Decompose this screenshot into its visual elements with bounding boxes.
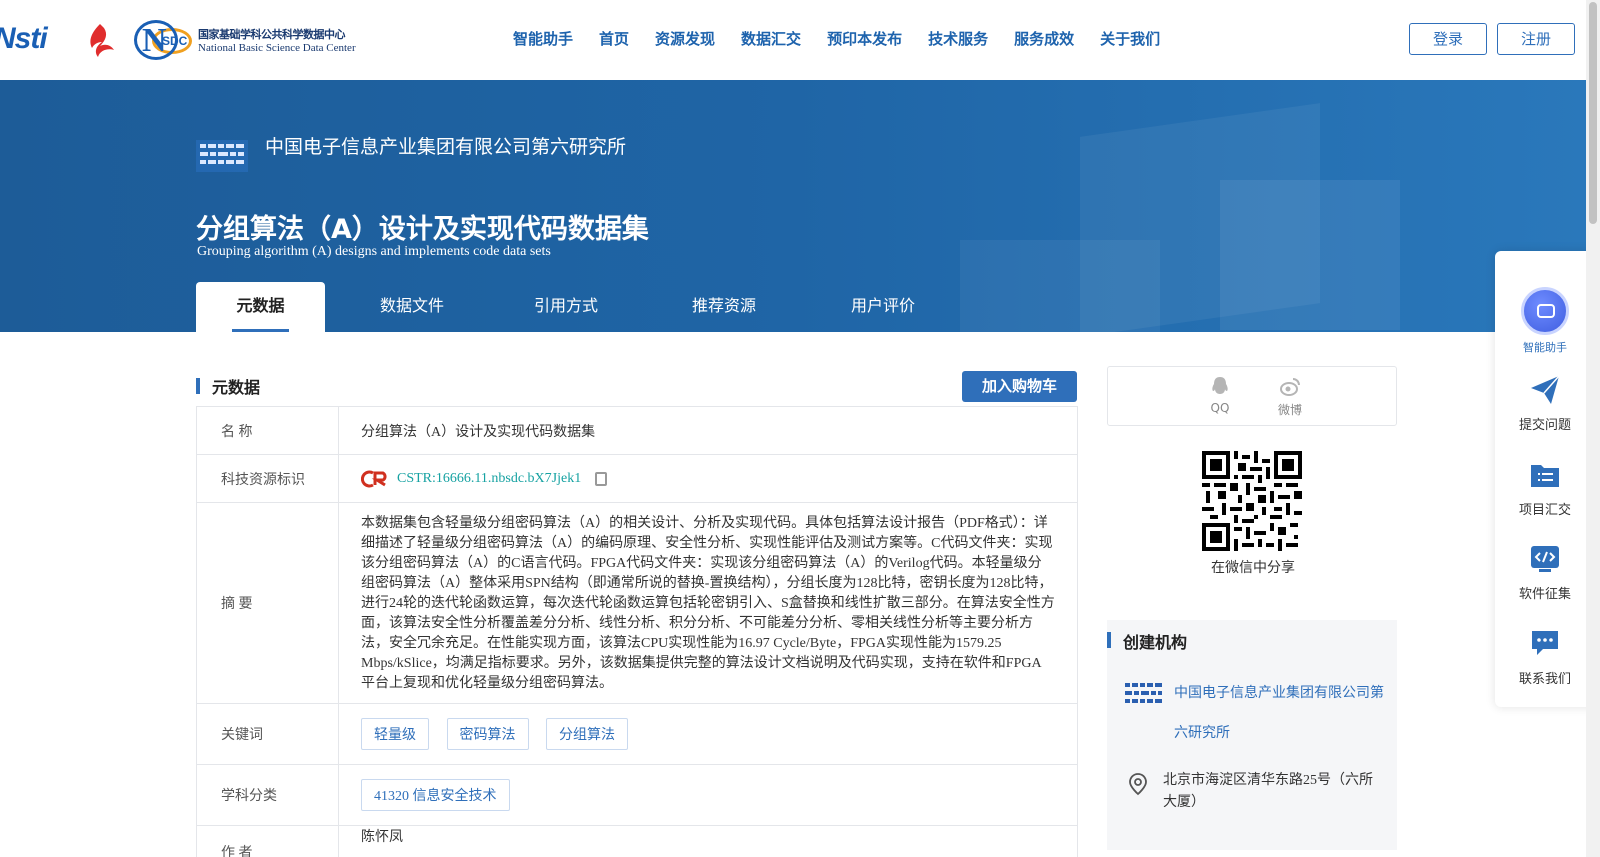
- share-box: QQ 微博: [1107, 366, 1397, 426]
- register-button[interactable]: 注册: [1497, 23, 1575, 55]
- keyword-tag[interactable]: 分组算法: [546, 718, 628, 750]
- keywords-label: 关键词: [196, 703, 339, 765]
- code-icon: [1531, 546, 1559, 572]
- chat-bubble-icon: [1532, 631, 1558, 655]
- table-row: 名 称 分组算法（A）设计及实现代码数据集: [196, 406, 1078, 455]
- scrollbar-thumb[interactable]: [1589, 2, 1597, 224]
- keyword-tag[interactable]: 密码算法: [446, 718, 529, 750]
- dataset-subtitle: Grouping algorithm (A) designs and imple…: [197, 244, 551, 259]
- page-scrollbar[interactable]: [1586, 0, 1600, 857]
- table-row: 摘 要 本数据集包含轻量级分组密码算法（A）的相关设计、分析及实现代码。具体包括…: [196, 502, 1078, 704]
- cstr-label: 科技资源标识: [196, 454, 339, 503]
- tab-data-files[interactable]: 数据文件: [337, 282, 487, 332]
- creator-org-logo-icon: [1125, 683, 1162, 703]
- subject-tag[interactable]: 41320 信息安全技术: [361, 779, 510, 811]
- name-value: 分组算法（A）设计及实现代码数据集: [338, 406, 1078, 455]
- detail-tabs: 元数据 数据文件 引用方式 推荐资源 用户评价: [196, 282, 963, 332]
- wechat-qr-code: [1202, 451, 1302, 551]
- top-header: Nsti N SDC 国家基础学科公共科学数据中心 National Basic…: [0, 0, 1575, 80]
- login-button[interactable]: 登录: [1409, 23, 1487, 55]
- nsdc-logo[interactable]: N SDC 国家基础学科公共科学数据中心 National Basic Scie…: [134, 18, 366, 62]
- abstract-text: 本数据集包含轻量级分组密码算法（A）的相关设计、分析及实现代码。具体包括算法设计…: [361, 516, 1055, 691]
- name-label: 名 称: [196, 406, 339, 455]
- keyword-tag[interactable]: 轻量级: [361, 718, 429, 750]
- float-project-label: 项目汇交: [1518, 503, 1571, 518]
- nsdc-logo-cn: 国家基础学科公共科学数据中心: [198, 28, 346, 41]
- float-software-call[interactable]: 软件征集: [1495, 543, 1595, 602]
- cstr-cell: CSTR:16666.11.nbsdc.bX7Jjek1: [338, 454, 1078, 503]
- banner-decoration: [1220, 180, 1400, 330]
- subject-cell: 41320 信息安全技术: [338, 764, 1078, 826]
- nav-home[interactable]: 首页: [599, 28, 629, 49]
- section-accent-bar: [1107, 632, 1111, 648]
- nav-preprint[interactable]: 预印本发布: [827, 28, 902, 49]
- nav-about-us[interactable]: 关于我们: [1100, 28, 1160, 49]
- float-contact-label: 联系我们: [1518, 672, 1571, 687]
- table-row: 作 者 陈怀凤: [196, 825, 1078, 857]
- float-ai-assistant[interactable]: 智能助手: [1495, 287, 1595, 355]
- dataset-banner: 中国电子信息产业集团有限公司第六研究所 分组算法（A）设计及实现代码数据集 Gr…: [0, 80, 1586, 332]
- add-to-cart-button[interactable]: 加入购物车: [962, 371, 1077, 402]
- table-row: 学科分类 41320 信息安全技术: [196, 764, 1078, 826]
- location-pin-icon: [1129, 773, 1147, 796]
- nsdc-logo-sdc: SDC: [162, 34, 188, 48]
- float-ai-label: 智能助手: [1523, 341, 1567, 354]
- org-name[interactable]: 中国电子信息产业集团有限公司第六研究所: [265, 132, 626, 159]
- nsti-logo-text: Nsti: [0, 22, 48, 55]
- section-accent-bar: [196, 378, 200, 394]
- dataset-title: 分组算法（A）设计及实现代码数据集: [196, 214, 649, 245]
- abstract-cell: 本数据集包含轻量级分组密码算法（A）的相关设计、分析及实现代码。具体包括算法设计…: [338, 502, 1078, 704]
- table-row: 关键词 轻量级 密码算法 分组算法: [196, 703, 1078, 765]
- nav-data-submission[interactable]: 数据汇交: [741, 28, 801, 49]
- creator-address: 北京市海淀区清华东路25号（六所大厦）: [1163, 773, 1373, 810]
- nav-ai-assistant[interactable]: 智能助手: [513, 28, 573, 49]
- share-weibo-label: 微博: [1277, 403, 1302, 417]
- creator-title: 创建机构: [1123, 633, 1188, 652]
- float-submit-question[interactable]: 提交问题: [1495, 374, 1595, 433]
- nav-service-results[interactable]: 服务成效: [1014, 28, 1074, 49]
- share-qq[interactable]: QQ: [1200, 375, 1240, 415]
- org-logo-icon: [196, 140, 248, 172]
- wechat-share-caption: 在微信中分享: [1211, 561, 1295, 576]
- red-flame-logo[interactable]: [82, 20, 122, 60]
- share-qq-label: QQ: [1210, 401, 1230, 415]
- floating-tool-panel: 智能助手 提交问题 项目汇交 软件征集 联系我们: [1495, 251, 1595, 707]
- tab-recommended[interactable]: 推荐资源: [645, 282, 803, 332]
- creator-panel: 创建机构 中国电子信息产业集团有限公司第六研究所 北京市海淀区清华东路25号（六…: [1107, 620, 1397, 850]
- cstr-link[interactable]: CSTR:16666.11.nbsdc.bX7Jjek1: [397, 471, 581, 487]
- cstr-logo-icon: [361, 470, 387, 487]
- folder-list-icon: [1531, 465, 1559, 487]
- tab-metadata[interactable]: 元数据: [196, 282, 325, 332]
- subject-label: 学科分类: [196, 764, 339, 826]
- section-title: 元数据: [212, 378, 261, 397]
- banner-decoration: [960, 240, 1160, 332]
- qq-icon: [1212, 377, 1228, 394]
- float-submit-label: 提交问题: [1518, 418, 1571, 433]
- float-project-submission[interactable]: 项目汇交: [1495, 459, 1595, 518]
- nav-resource-discovery[interactable]: 资源发现: [655, 28, 715, 49]
- share-weibo[interactable]: 微博: [1270, 375, 1310, 418]
- author-value: 陈怀凤: [338, 825, 1078, 857]
- metadata-section-header: 元数据: [196, 374, 1076, 400]
- metadata-table: 名 称 分组算法（A）设计及实现代码数据集 科技资源标识 CSTR:16666.…: [196, 406, 1078, 857]
- weibo-icon: [1280, 378, 1300, 396]
- creator-org-link[interactable]: 中国电子信息产业集团有限公司第六研究所: [1174, 674, 1384, 754]
- copy-icon[interactable]: [595, 471, 608, 486]
- author-label: 作 者: [196, 825, 339, 857]
- tab-citation[interactable]: 引用方式: [487, 282, 645, 332]
- tab-reviews[interactable]: 用户评价: [803, 282, 963, 332]
- keywords-cell: 轻量级 密码算法 分组算法: [338, 703, 1078, 765]
- robot-icon: [1521, 287, 1569, 335]
- float-contact-us[interactable]: 联系我们: [1495, 628, 1595, 687]
- main-nav: 智能助手 首页 资源发现 数据汇交 预印本发布 技术服务 服务成效 关于我们: [513, 28, 1186, 49]
- nav-tech-services[interactable]: 技术服务: [928, 28, 988, 49]
- abstract-label: 摘 要: [196, 502, 339, 704]
- nsti-logo[interactable]: Nsti: [0, 22, 48, 56]
- paper-plane-icon: [1531, 375, 1560, 404]
- table-row: 科技资源标识 CSTR:16666.11.nbsdc.bX7Jjek1: [196, 454, 1078, 503]
- float-software-label: 软件征集: [1518, 587, 1571, 602]
- cstr-wrap: CSTR:16666.11.nbsdc.bX7Jjek1: [361, 470, 1055, 488]
- nsdc-logo-en: National Basic Science Data Center: [198, 42, 356, 54]
